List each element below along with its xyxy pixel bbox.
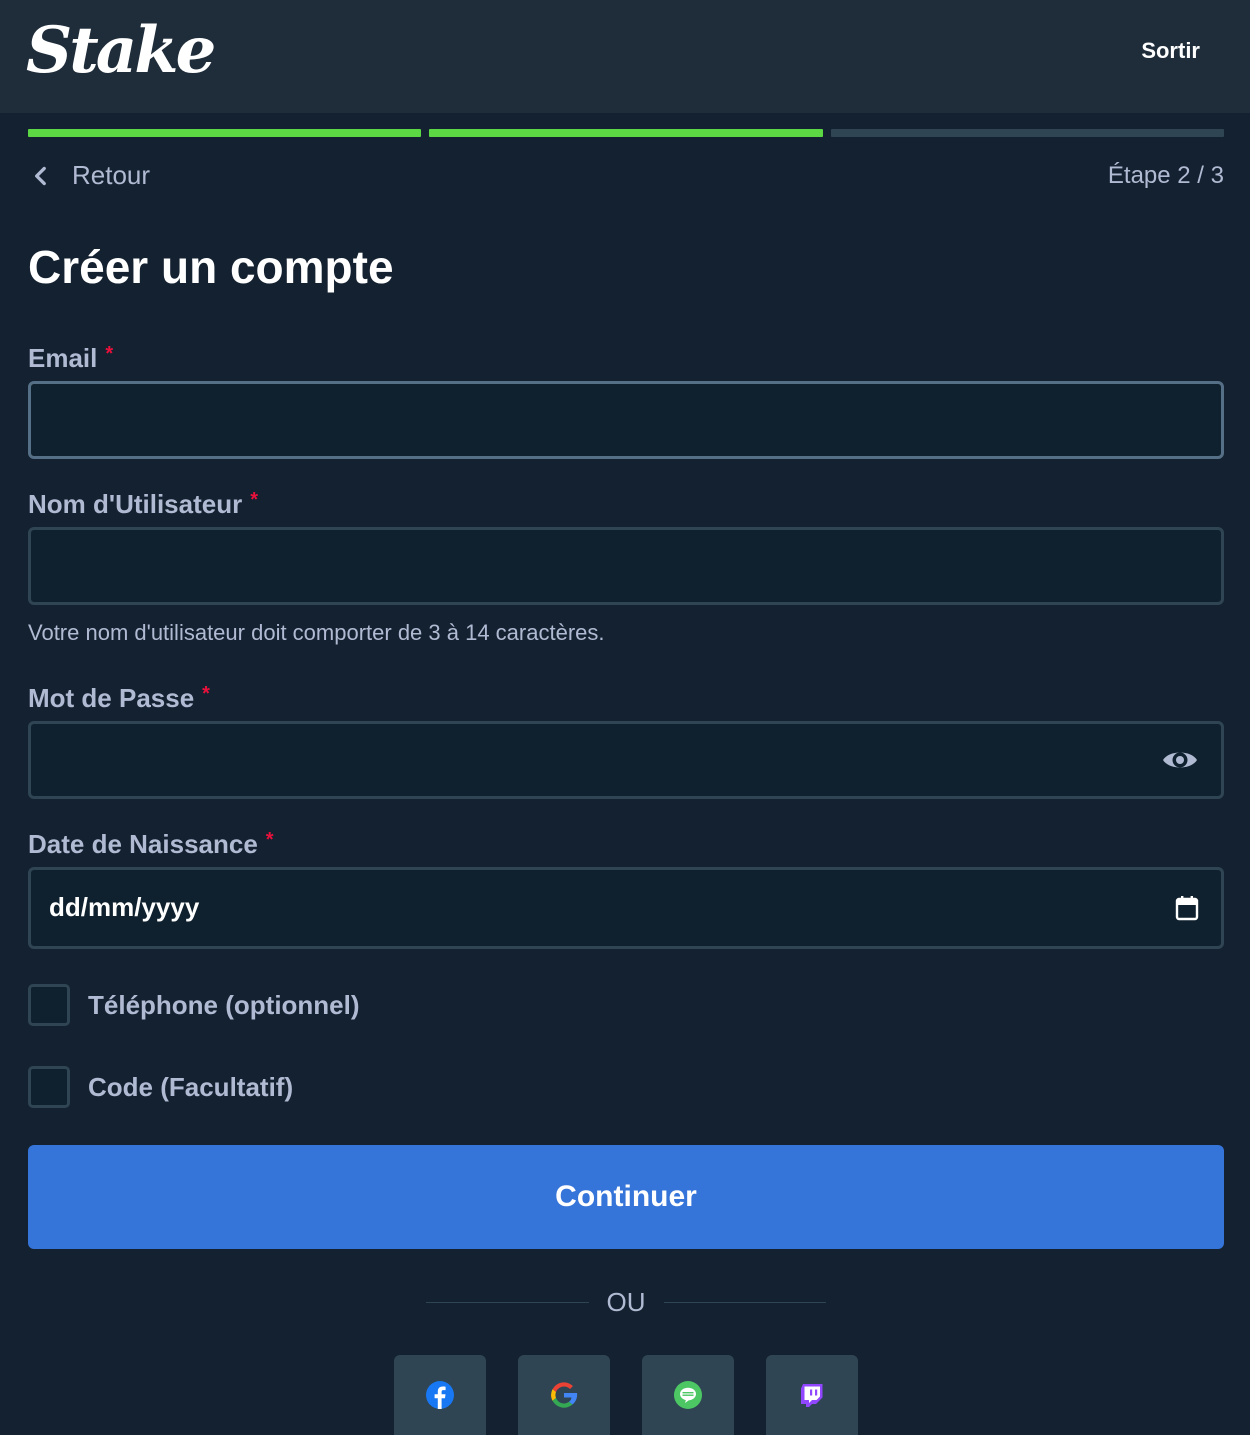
twitch-login-button[interactable] <box>766 1355 858 1435</box>
username-field[interactable] <box>31 530 1221 602</box>
navigation-row: Retour Étape 2 / 3 <box>28 160 1224 196</box>
phone-option[interactable]: Téléphone (optionnel) <box>28 984 360 1026</box>
phone-option-label: Téléphone (optionnel) <box>88 989 360 1020</box>
required-marker: * <box>202 683 210 705</box>
calendar-picker-button[interactable] <box>1175 895 1199 921</box>
username-label: Nom d'Utilisateur * <box>28 489 258 520</box>
divider-line <box>426 1301 589 1303</box>
email-field[interactable] <box>31 384 1221 456</box>
required-marker: * <box>265 829 274 851</box>
phone-checkbox[interactable] <box>28 984 70 1026</box>
progress-segment <box>28 129 422 137</box>
code-option[interactable]: Code (Facultatif) <box>28 1066 293 1108</box>
password-field-wrapper <box>28 721 1224 799</box>
progress-segment <box>830 129 1224 137</box>
username-field-wrapper <box>28 527 1224 605</box>
line-icon <box>674 1381 702 1409</box>
facebook-icon <box>426 1381 454 1409</box>
google-login-button[interactable] <box>518 1355 610 1435</box>
birthdate-placeholder: dd/mm/yyyy <box>49 892 200 922</box>
calendar-icon <box>1175 896 1199 921</box>
step-indicator: Étape 2 / 3 <box>1107 162 1224 189</box>
username-label-text: Nom d'Utilisateur <box>28 489 243 519</box>
exit-button[interactable]: Sortir <box>1141 38 1200 64</box>
required-marker: * <box>250 489 259 511</box>
email-label: Email * <box>28 343 113 374</box>
top-header: Stake Sortir <box>0 0 1250 113</box>
step-progress-bar <box>28 129 1224 137</box>
email-field-wrapper <box>28 381 1224 459</box>
show-password-toggle[interactable] <box>1161 747 1199 773</box>
chevron-left-icon <box>35 166 46 185</box>
required-marker: * <box>105 343 114 365</box>
code-checkbox[interactable] <box>28 1066 70 1108</box>
username-hint: Votre nom d'utilisateur doit comporter d… <box>28 620 605 645</box>
google-icon <box>551 1382 578 1408</box>
eye-icon <box>1163 752 1197 768</box>
twitch-icon <box>801 1384 823 1407</box>
birthdate-label-text: Date de Naissance <box>28 829 258 859</box>
social-login-buttons <box>394 1355 858 1435</box>
facebook-login-button[interactable] <box>394 1355 486 1435</box>
email-label-text: Email <box>28 343 98 373</box>
stake-logo[interactable]: Stake <box>26 14 216 88</box>
line-login-button[interactable] <box>642 1355 734 1435</box>
or-divider: OU <box>426 1284 826 1320</box>
password-field[interactable] <box>31 724 1221 796</box>
progress-segment <box>429 129 823 137</box>
back-button[interactable]: Retour <box>28 160 150 191</box>
continue-button[interactable]: Continuer <box>28 1145 1224 1249</box>
birthdate-field[interactable]: dd/mm/yyyy <box>28 867 1224 949</box>
or-text: OU <box>606 1286 646 1317</box>
password-label: Mot de Passe * <box>28 683 210 714</box>
code-option-label: Code (Facultatif) <box>88 1071 294 1102</box>
page-title: Créer un compte <box>28 241 394 293</box>
divider-line <box>663 1301 826 1303</box>
password-label-text: Mot de Passe <box>28 683 195 713</box>
back-label: Retour <box>72 160 151 190</box>
birthdate-label: Date de Naissance * <box>28 829 274 860</box>
